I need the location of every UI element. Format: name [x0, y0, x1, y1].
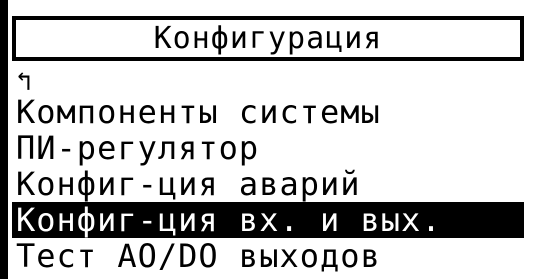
config-menu: ↰ Компоненты системы ПИ-регулятор Конфиг…	[12, 64, 524, 274]
lcd-screen: Конфигурация ↰ Компоненты системы ПИ-рег…	[0, 0, 534, 279]
menu-item-label: Тест AO/DO выходов	[16, 237, 381, 275]
menu-item-label: Конфиг-ция вх. и вых.	[16, 201, 442, 239]
menu-item-io-config[interactable]: Конфиг-ция вх. и вых.	[12, 202, 524, 238]
menu-item-ao-do-test[interactable]: Тест AO/DO выходов	[12, 238, 524, 274]
menu-item-alarm-config[interactable]: Конфиг-ция аварий	[12, 166, 524, 202]
menu-item-label: ПИ-регулятор	[16, 129, 260, 167]
menu-item-label: Компоненты системы	[16, 93, 381, 131]
menu-item-label: Конфиг-ция аварий	[16, 165, 361, 203]
menu-item-pi-controller[interactable]: ПИ-регулятор	[12, 130, 524, 166]
menu-item-system-components[interactable]: Компоненты системы	[12, 94, 524, 130]
back-menu-item[interactable]: ↰	[12, 64, 524, 97]
screen-frame-edge	[0, 0, 8, 279]
title-bar: Конфигурация	[12, 16, 524, 61]
screen-title: Конфигурация	[153, 21, 383, 56]
